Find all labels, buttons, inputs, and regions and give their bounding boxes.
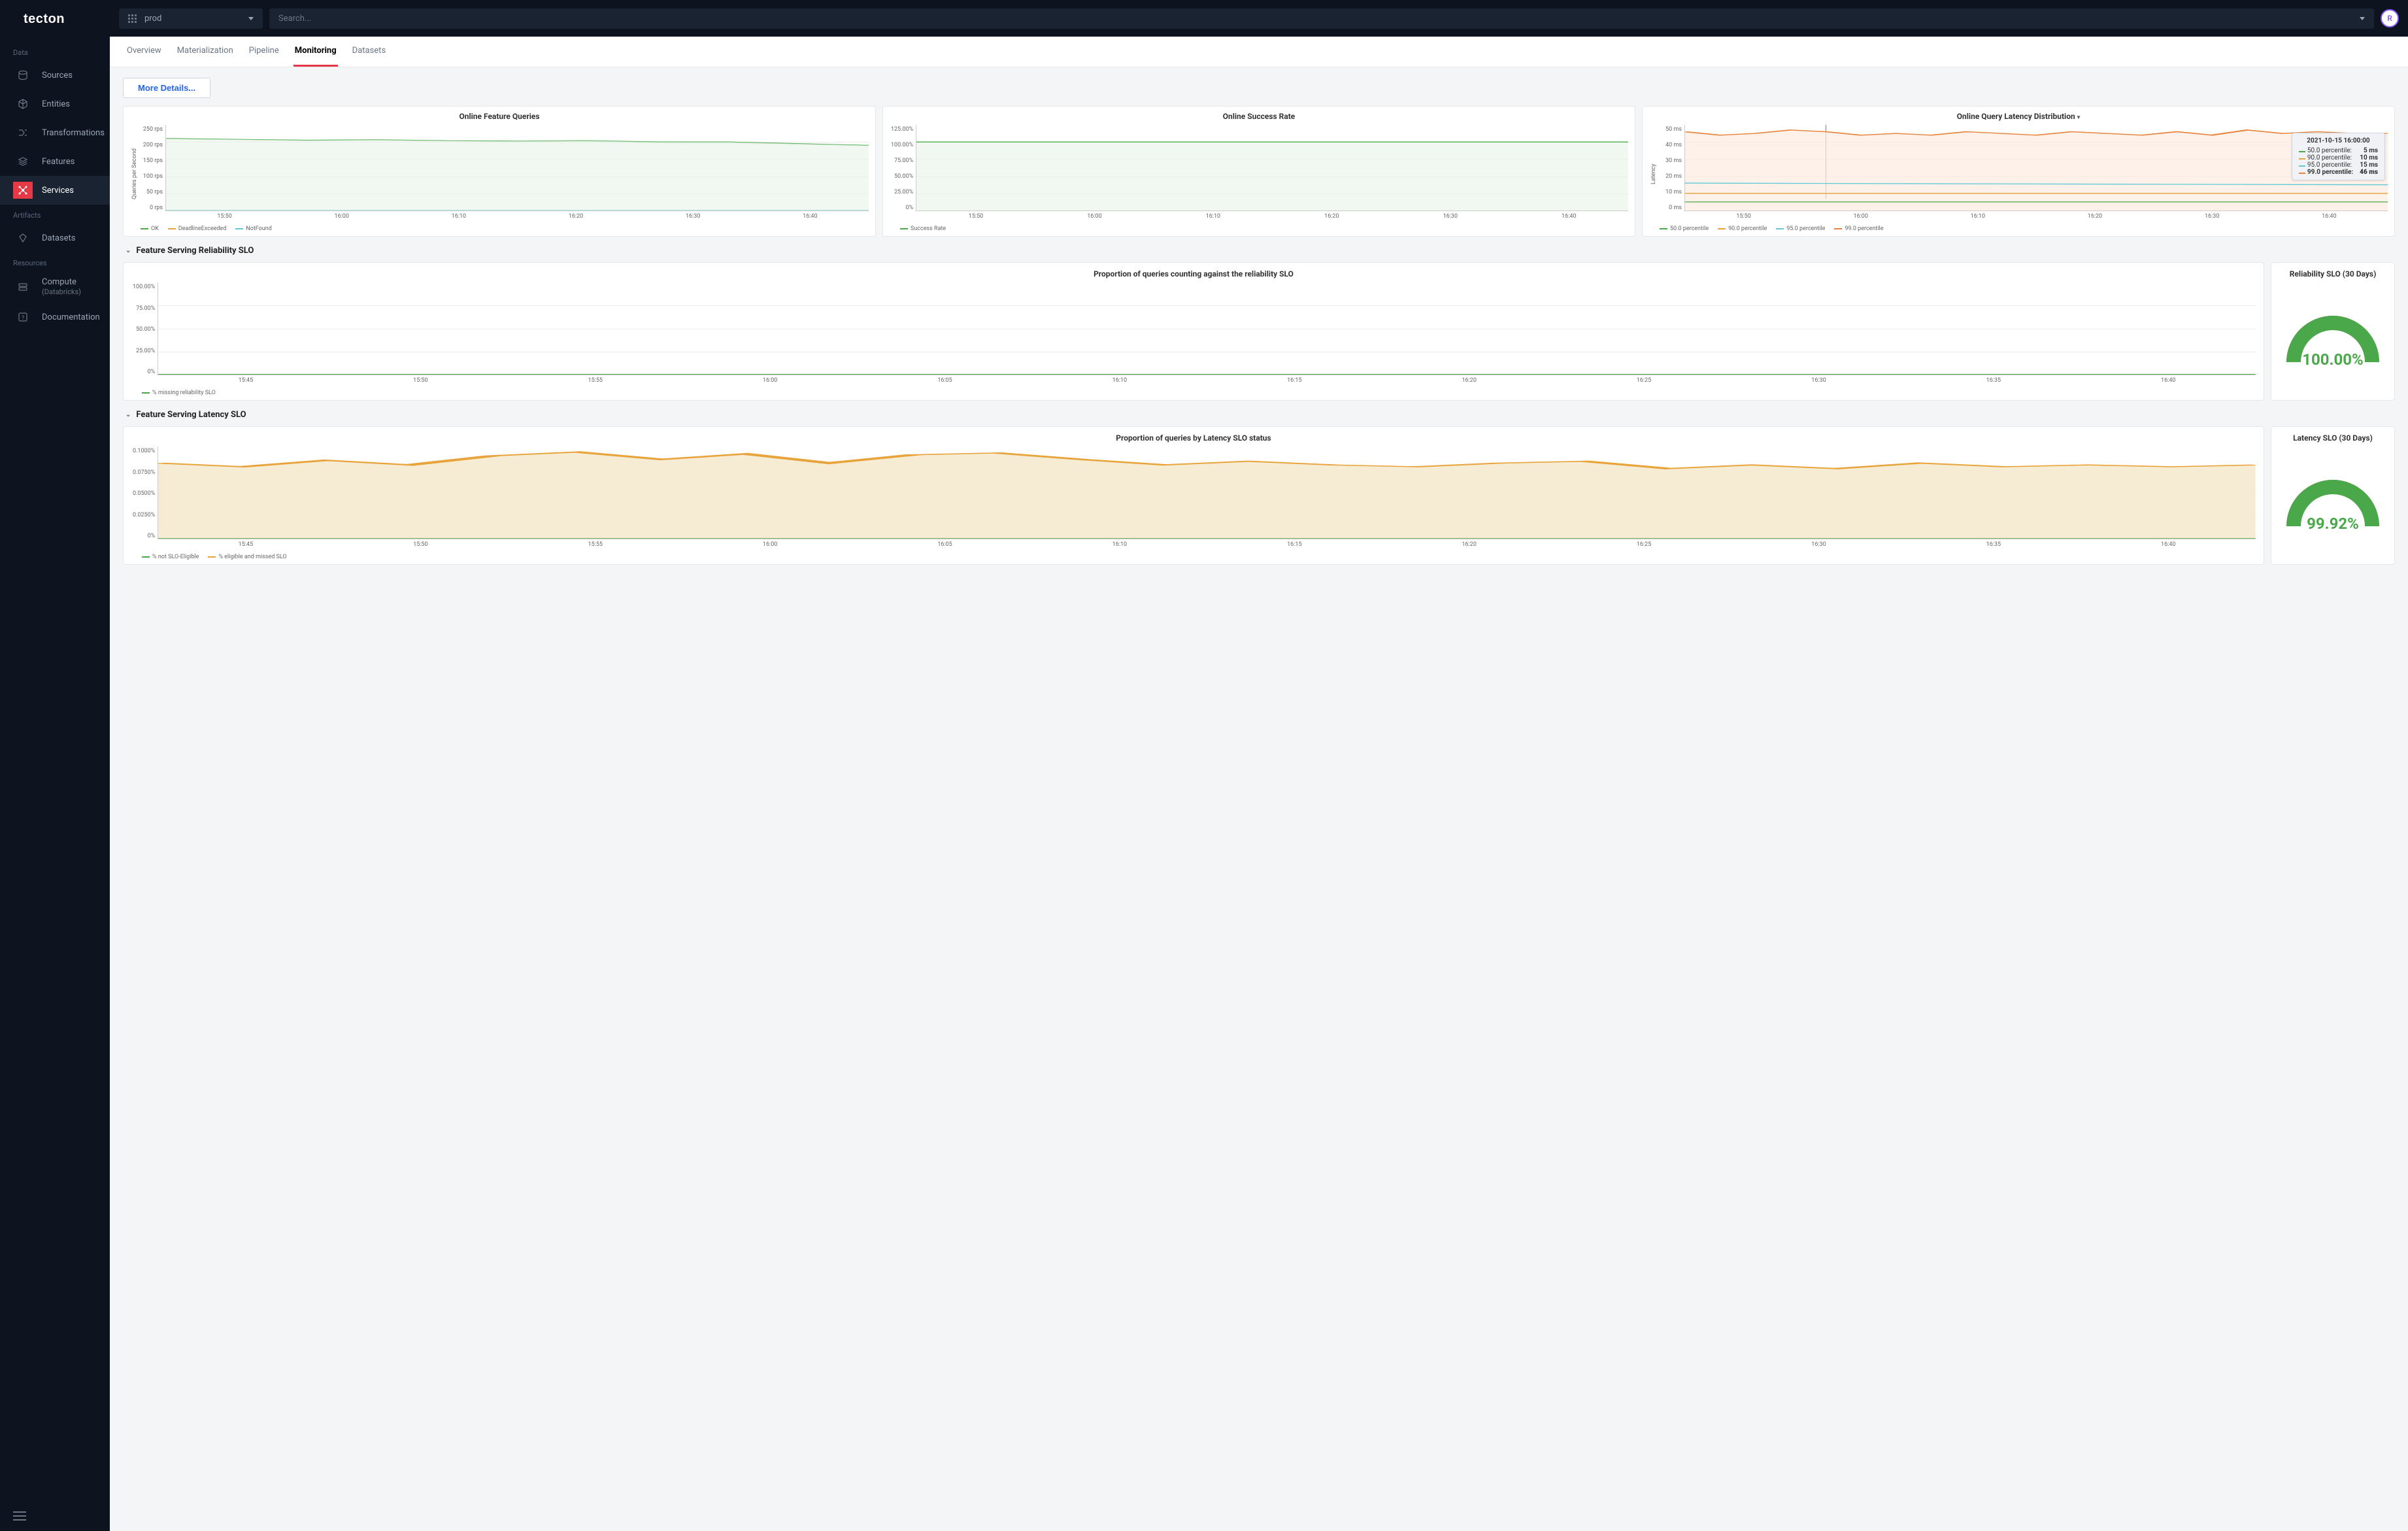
chart-title: Proportion of queries counting against t… <box>131 269 2256 278</box>
chart-latency-proportion: Proportion of queries by Latency SLO sta… <box>123 426 2264 565</box>
chart-title: Proportion of queries by Latency SLO sta… <box>131 433 2256 443</box>
grip-icon <box>128 14 137 23</box>
sidebar-item-label: Entities <box>42 99 70 109</box>
section-latency-slo-header[interactable]: ⌄ Feature Serving Latency SLO <box>125 410 2395 420</box>
search-placeholder: Search... <box>278 14 311 24</box>
sidebar-item-label: Transformations <box>42 128 105 138</box>
tab-materialization[interactable]: Materialization <box>176 37 235 67</box>
gauge-latency-slo: Latency SLO (30 Days) 99.92% <box>2271 426 2395 565</box>
y-ticks: 50 ms40 ms30 ms20 ms10 ms0 ms <box>1658 125 1684 223</box>
y-ticks: 250 rps200 rps150 rps100 rps50 rps0 rps <box>139 125 165 223</box>
sidebar-item-label: Features <box>42 157 75 167</box>
sidebar-item-features[interactable]: Features <box>0 147 110 176</box>
tab-overview[interactable]: Overview <box>125 37 163 67</box>
chart-online-query-latency: Online Query Latency Distribution ▾ Late… <box>1642 106 2395 237</box>
chart-reliability-proportion: Proportion of queries counting against t… <box>123 262 2264 401</box>
gauge-title: Reliability SLO (30 Days) <box>2290 269 2377 278</box>
help-icon: ? <box>13 309 33 326</box>
x-ticks: 15:5016:0016:1016:2016:3016:40 <box>1685 210 2388 220</box>
diamond-icon <box>13 229 33 246</box>
section-artifacts: Artifacts <box>0 205 110 224</box>
env-label: prod <box>144 14 161 24</box>
transform-icon <box>13 124 33 141</box>
sidebar-item-entities[interactable]: Entities <box>0 90 110 118</box>
plot-area[interactable]: 15:5016:0016:1016:2016:3016:40 <box>916 125 1628 211</box>
legend: OK DeadlineExceeded NotFound <box>130 226 869 232</box>
avatar[interactable]: R <box>2381 9 2399 27</box>
chevron-down-icon: ▾ <box>2077 114 2081 121</box>
gauge-value: 99.92% <box>2307 514 2359 533</box>
sidebar-footer <box>0 1501 110 1531</box>
more-details-button[interactable]: More Details... <box>123 78 210 98</box>
section-reliability-slo-header[interactable]: ⌄ Feature Serving Reliability SLO <box>125 246 2395 256</box>
chart-title[interactable]: Online Query Latency Distribution ▾ <box>1649 112 2388 121</box>
chevron-down-icon: ⌄ <box>125 411 131 418</box>
layers-icon <box>13 153 33 170</box>
svg-text:?: ? <box>22 315 24 322</box>
y-ticks: 0.1000%0.0750%0.0500%0.0250%0% <box>131 446 158 551</box>
sidebar-item-sources[interactable]: Sources <box>0 61 110 90</box>
sidebar-item-compute[interactable]: Compute (Databricks) <box>0 271 110 303</box>
sidebar-item-label: Compute (Databricks) <box>42 277 81 297</box>
network-icon <box>13 182 33 199</box>
chart-online-success-rate: Online Success Rate 125.00%100.00%75.00%… <box>882 106 1635 237</box>
content: More Details... Online Feature Queries Q… <box>110 67 2408 1531</box>
y-axis-label: Latency <box>1649 125 1658 223</box>
x-ticks: 15:4515:5015:5516:0016:0516:1016:1516:20… <box>158 375 2256 384</box>
plot-area[interactable]: 15:5016:0016:1016:2016:3016:40 <box>1684 125 2388 211</box>
cube-icon <box>13 95 33 112</box>
chevron-down-icon: ⌄ <box>125 247 131 254</box>
sidebar-item-transformations[interactable]: Transformations <box>0 118 110 147</box>
chevron-down-icon <box>2360 17 2365 20</box>
sidebar-item-label: Datasets <box>42 233 76 243</box>
cylinder-icon <box>13 67 33 84</box>
collapse-sidebar-icon[interactable] <box>13 1511 26 1521</box>
svg-text:tecton: tecton <box>24 12 65 26</box>
gauge-value: 100.00% <box>2302 350 2364 369</box>
plot-area[interactable]: 15:5016:0016:1016:2016:3016:40 <box>165 125 869 211</box>
env-selector[interactable]: prod <box>119 8 263 29</box>
tab-datasets[interactable]: Datasets <box>351 37 388 67</box>
plot-area[interactable]: 15:4515:5015:5516:0016:0516:1016:1516:20… <box>158 282 2256 375</box>
plot-area[interactable]: 15:4515:5015:5516:0016:0516:1016:1516:20… <box>158 446 2256 539</box>
legend: % not SLO-Eligible % eligible and missed… <box>131 554 2256 560</box>
y-ticks: 125.00%100.00%75.00%50.00%25.00%0% <box>890 125 916 223</box>
legend: % missing reliability SLO <box>131 390 2256 396</box>
chevron-down-icon <box>248 17 254 20</box>
x-ticks: 15:5016:0016:1016:2016:3016:40 <box>166 210 869 220</box>
chart-title: Online Success Rate <box>890 112 1628 121</box>
topbar: prod Search... R <box>110 0 2408 37</box>
gauge-title: Latency SLO (30 Days) <box>2293 433 2373 443</box>
sidebar-item-services[interactable]: Services <box>0 176 110 205</box>
chart-tooltip: 2021-10-15 16:00:00 50.0 percentile:5 ms… <box>2292 133 2385 180</box>
legend: 50.0 percentile 90.0 percentile 95.0 per… <box>1649 226 2388 232</box>
chart-online-feature-queries: Online Feature Queries Queries per Secon… <box>123 106 876 237</box>
tab-pipeline[interactable]: Pipeline <box>248 37 280 67</box>
x-ticks: 15:5016:0016:1016:2016:3016:40 <box>916 210 1628 220</box>
tab-monitoring[interactable]: Monitoring <box>293 37 338 67</box>
section-resources: Resources <box>0 252 110 271</box>
section-data: Data <box>0 42 110 61</box>
y-ticks: 100.00%75.00%50.00%25.00%0% <box>131 282 158 387</box>
sidebar-item-label: Sources <box>42 71 73 80</box>
chart-title: Online Feature Queries <box>130 112 869 121</box>
sidebar-item-documentation[interactable]: ? Documentation <box>0 303 110 331</box>
y-axis-label: Queries per Second <box>130 125 139 223</box>
sidebar-item-datasets[interactable]: Datasets <box>0 224 110 252</box>
logo: tecton <box>0 0 110 42</box>
legend: Success Rate <box>890 226 1628 232</box>
x-ticks: 15:4515:5015:5516:0016:0516:1016:1516:20… <box>158 539 2256 548</box>
server-icon <box>13 278 33 295</box>
sidebar: tecton Data Sources Entities Transformat… <box>0 0 110 1531</box>
sidebar-item-label: Documentation <box>42 312 100 322</box>
tabs: Overview Materialization Pipeline Monito… <box>110 37 2408 67</box>
search-input[interactable]: Search... <box>269 8 2374 29</box>
gauge-reliability-slo: Reliability SLO (30 Days) 100.00% <box>2271 262 2395 401</box>
sidebar-item-label: Services <box>42 186 74 195</box>
